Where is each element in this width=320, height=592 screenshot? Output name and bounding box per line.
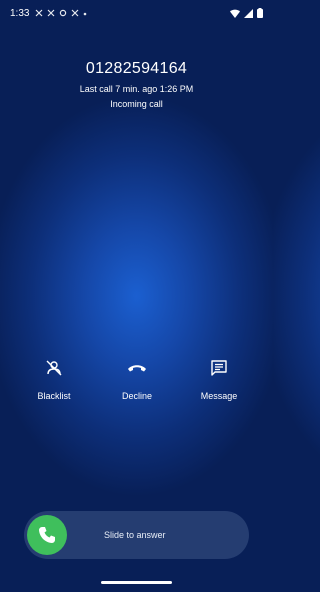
slide-to-answer-label: Slide to answer	[104, 530, 166, 540]
call-actions: Blacklist Decline Message	[0, 357, 273, 409]
x-notification-icon	[72, 9, 79, 17]
decline-button[interactable]: Decline	[107, 357, 167, 401]
message-icon	[211, 360, 227, 376]
system-icons	[230, 8, 263, 18]
call-status: Incoming call	[110, 99, 163, 109]
caller-number: 01282594164	[85, 60, 188, 77]
status-bar: 1:33	[0, 0, 273, 26]
status-time: 1:33	[10, 7, 30, 19]
hang-up-icon	[128, 365, 146, 372]
block-user-icon	[46, 360, 62, 376]
answer-knob[interactable]	[27, 515, 67, 555]
x-notification-icon	[48, 9, 55, 17]
battery-icon	[257, 8, 263, 18]
signal-icon	[244, 8, 253, 18]
slide-to-answer[interactable]: Slide to answer	[24, 511, 249, 559]
notification-icons	[35, 9, 87, 17]
caller-info: 01282594164 Last call 7 min. ago 1:26 PM…	[0, 60, 273, 109]
message-label: Message	[200, 391, 238, 401]
dot-notification-icon	[84, 12, 87, 16]
home-indicator[interactable]	[101, 581, 172, 584]
wifi-icon	[230, 9, 240, 18]
settings-notification-icon	[60, 9, 67, 17]
last-call-info: Last call 7 min. ago 1:26 PM	[79, 84, 194, 94]
blacklist-button[interactable]: Blacklist	[24, 357, 84, 401]
phone-icon	[39, 527, 55, 543]
decline-label: Decline	[121, 391, 152, 401]
x-notification-icon	[36, 9, 43, 17]
blacklist-label: Blacklist	[37, 391, 71, 401]
message-button[interactable]: Message	[189, 357, 249, 401]
